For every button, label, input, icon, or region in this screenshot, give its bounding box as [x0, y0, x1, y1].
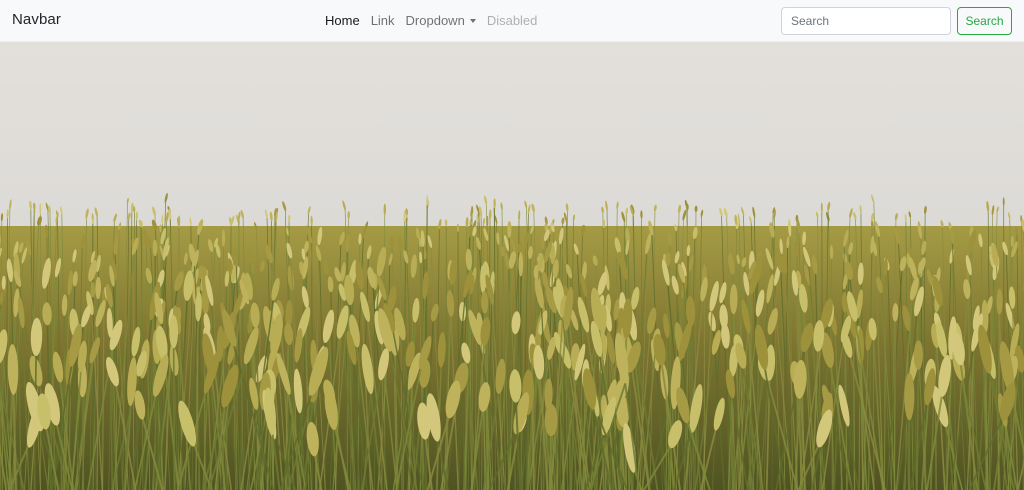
wheat-stem [172, 341, 176, 490]
wheat-field-image [0, 42, 1024, 490]
wheat-head [221, 229, 226, 247]
nav-item-home: Home [325, 12, 371, 30]
dropdown-label: Dropdown [405, 13, 465, 28]
nav-link-home[interactable]: Home [325, 13, 360, 28]
nav-item-disabled: Disabled [487, 12, 549, 30]
nav-item-link: Link [371, 12, 406, 30]
nav-link-disabled: Disabled [486, 13, 538, 28]
wheat-head [904, 372, 915, 421]
hero-image-wheat-field [0, 42, 1024, 490]
search-button[interactable]: Search [957, 7, 1012, 35]
wheat-head [544, 403, 558, 437]
sky [0, 42, 1024, 228]
wheat-stem [893, 317, 896, 490]
navbar: Navbar Home Link Dropdown Disabled Searc… [0, 0, 1024, 42]
search-input[interactable] [781, 7, 951, 35]
wheat-head [518, 252, 524, 277]
nav-link-link[interactable]: Link [371, 13, 395, 28]
nav-item-dropdown: Dropdown [406, 12, 487, 30]
nav-links: Home Link Dropdown Disabled [325, 0, 548, 42]
wheat-stem [81, 389, 85, 490]
navbar-brand[interactable]: Navbar [12, 11, 61, 28]
caret-down-icon [469, 19, 476, 23]
nav-link-dropdown[interactable]: Dropdown [406, 13, 476, 28]
search-form: Search [781, 7, 1012, 35]
